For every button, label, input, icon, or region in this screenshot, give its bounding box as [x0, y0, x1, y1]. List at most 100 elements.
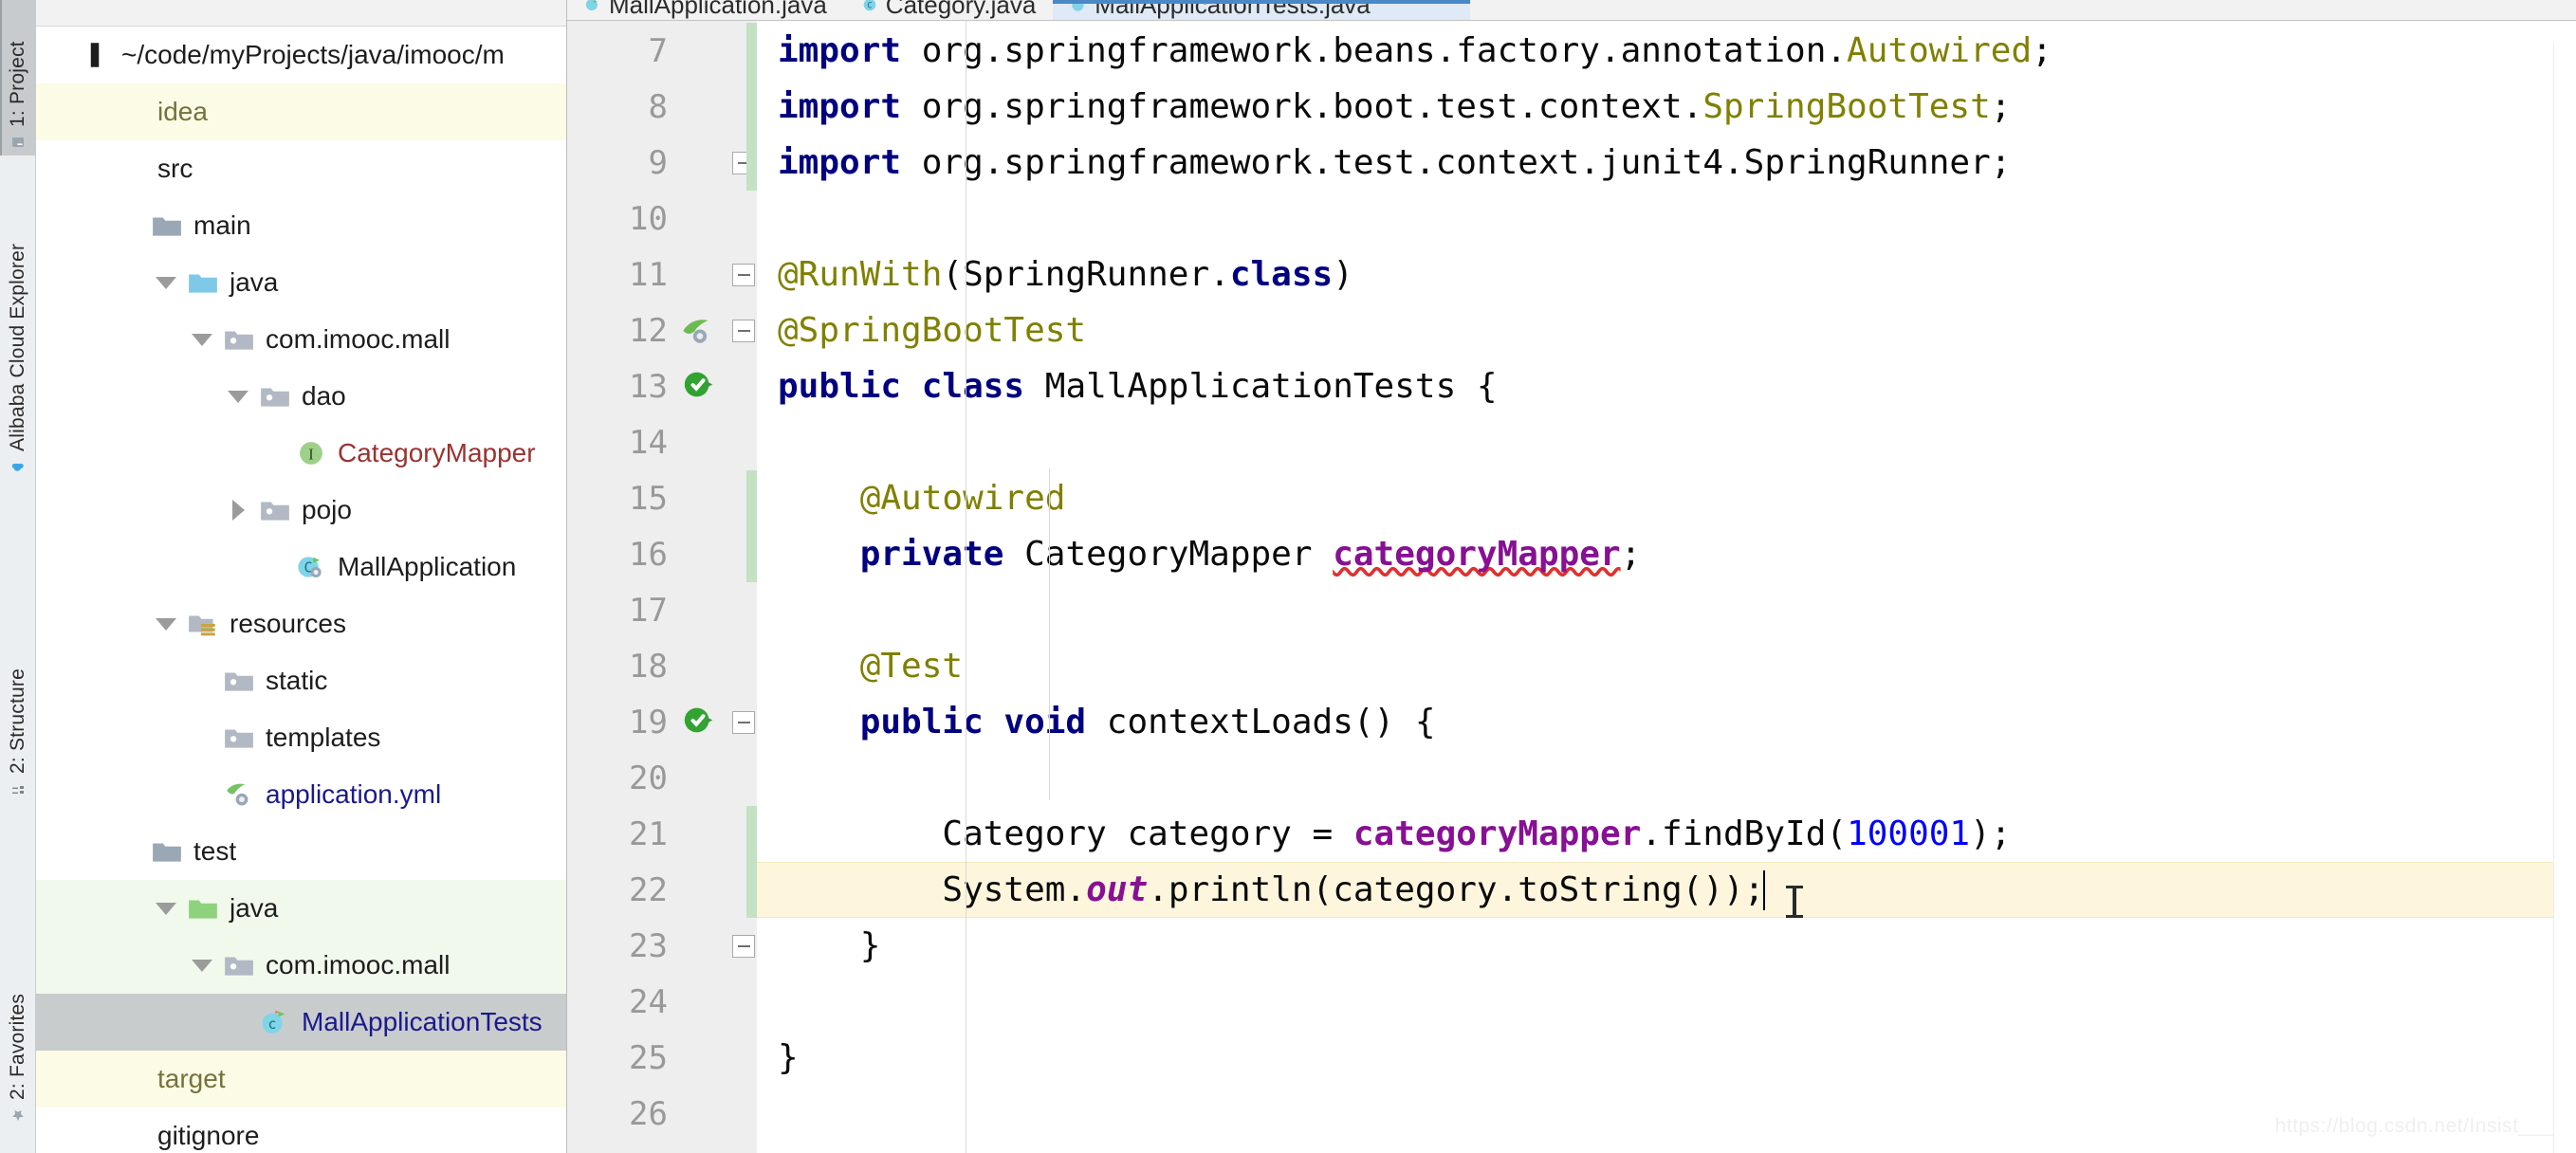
- editor-text-area[interactable]: } } System. out .println(category.toString…: [757, 21, 2576, 1153]
- vcs-change-marker[interactable]: [746, 23, 757, 79]
- gutter-line-7[interactable]: 7: [567, 23, 757, 79]
- code-line-18[interactable]: @Test: [757, 638, 2576, 694]
- chevron-down-icon[interactable]: [222, 390, 254, 403]
- code-line-15[interactable]: @Autowired: [757, 470, 2576, 526]
- code-line-25[interactable]: }: [757, 1030, 2576, 1086]
- tree-item-mallapplication[interactable]: C MallApplication: [36, 539, 566, 595]
- tree-item-resources[interactable]: resources: [36, 595, 566, 652]
- gutter-line-10[interactable]: 10: [567, 191, 757, 247]
- chevron-down-icon[interactable]: [186, 333, 218, 346]
- tree-item-gitignore[interactable]: gitignore: [36, 1107, 566, 1153]
- gutter-line-13[interactable]: 13: [567, 358, 757, 414]
- project-tree[interactable]: ~/code/myProjects/java/imooc/m idea src mai…: [36, 27, 566, 1153]
- gutter-line-18[interactable]: 18: [567, 638, 757, 694]
- code-line-22[interactable]: System. out .println(category.toString());: [757, 862, 2576, 918]
- gutter-line-23[interactable]: 23: [567, 918, 757, 974]
- tree-item-main[interactable]: main: [36, 197, 566, 254]
- vcs-change-marker[interactable]: [746, 470, 757, 526]
- code-line-16[interactable]: private CategoryMapper categoryMapper;: [757, 526, 2576, 582]
- stripe-button-alibaba-cloud-explorer[interactable]: Alibaba Cloud Explorer: [0, 167, 36, 480]
- tree-item-categorymapper[interactable]: I CategoryMapper: [36, 425, 566, 482]
- gutter-line-25[interactable]: 25: [567, 1030, 757, 1086]
- tree-item-test[interactable]: test: [36, 823, 566, 880]
- tree-item-code-myprojects-java-imooc-m[interactable]: ~/code/myProjects/java/imooc/m: [36, 27, 566, 83]
- tree-item-label: application.yml: [266, 779, 442, 809]
- code-line-10[interactable]: [757, 191, 2576, 247]
- code-line-20[interactable]: [757, 750, 2576, 806]
- code-fold-start-icon[interactable]: [732, 319, 755, 342]
- tree-item-src[interactable]: src: [36, 140, 566, 197]
- code-line-21[interactable]: Category category = categoryMapper .findB…: [757, 806, 2576, 862]
- code-line-23[interactable]: }: [757, 918, 2576, 974]
- tree-item-com-imooc-mall[interactable]: com.imooc.mall: [36, 937, 566, 994]
- editor-tab-mall-application-tests[interactable]: MallApplicationTests.java: [1053, 0, 1471, 20]
- project-tool-window[interactable]: ~/code/myProjects/java/imooc/m idea src mai…: [36, 0, 567, 1153]
- chevron-right-icon[interactable]: [222, 500, 254, 521]
- gutter-line-16[interactable]: 16: [567, 526, 757, 582]
- tree-item-java[interactable]: java: [36, 880, 566, 937]
- editor-tab-label: MallApplication.java: [609, 0, 827, 19]
- code-line-19[interactable]: public void contextLoads() {: [757, 694, 2576, 750]
- gutter-line-26[interactable]: 26: [567, 1086, 757, 1142]
- tree-item-java[interactable]: java: [36, 254, 566, 311]
- code-line-9[interactable]: import org.springframework.test.context.…: [757, 135, 2576, 191]
- gutter-line-11[interactable]: 11: [567, 247, 757, 302]
- gutter-line-22[interactable]: 22: [567, 862, 757, 918]
- gutter-line-9[interactable]: 9: [567, 135, 757, 191]
- code-line-17[interactable]: [757, 582, 2576, 638]
- code-line-14[interactable]: [757, 414, 2576, 470]
- stripe-button-alibaba-cloud-explorer-label: Alibaba Cloud Explorer: [7, 243, 28, 451]
- gutter-line-19[interactable]: 19: [567, 694, 757, 750]
- gutter-line-24[interactable]: 24: [567, 974, 757, 1030]
- error-stripe-scrollbar[interactable]: [2553, 42, 2576, 1153]
- tree-item-templates[interactable]: templates: [36, 709, 566, 766]
- stripe-button-structure[interactable]: 2: Structure: [0, 603, 36, 802]
- run-test-icon[interactable]: [681, 702, 717, 742]
- tree-item-pojo[interactable]: pojo: [36, 482, 566, 539]
- tree-item-com-imooc-mall[interactable]: com.imooc.mall: [36, 311, 566, 368]
- chevron-down-icon[interactable]: [186, 959, 218, 972]
- editor-tab-category[interactable]: C Category.java: [844, 0, 1054, 20]
- chevron-down-icon[interactable]: [150, 276, 182, 289]
- tree-item-dao[interactable]: dao: [36, 368, 566, 425]
- vcs-change-marker[interactable]: [746, 79, 757, 135]
- tree-item-mallapplicationtests[interactable]: c MallApplicationTests: [36, 994, 566, 1051]
- vcs-change-marker[interactable]: [746, 862, 757, 918]
- tree-item-label: ~/code/myProjects/java/imooc/m: [121, 40, 505, 69]
- stripe-button-project[interactable]: 1: Project: [0, 0, 36, 156]
- code-fold-end-icon[interactable]: [732, 934, 755, 958]
- stripe-button-favorites[interactable]: 2: Favorites: [0, 910, 36, 1128]
- gutter-line-12[interactable]: 12: [567, 302, 757, 358]
- code-line-24[interactable]: [757, 974, 2576, 1030]
- code-line-12[interactable]: @SpringBootTest: [757, 302, 2576, 358]
- code-line-11[interactable]: @RunWith (SpringRunner. class): [757, 247, 2576, 302]
- code-line-7[interactable]: import org.springframework.beans.factory…: [757, 23, 2576, 79]
- code-line-13[interactable]: public class MallApplicationTests {: [757, 358, 2576, 414]
- editor-tab-mall-application[interactable]: MallApplication.java: [567, 0, 844, 20]
- code-fold-start-icon[interactable]: [732, 710, 755, 734]
- gutter-icons: [672, 79, 757, 135]
- gutter-line-20[interactable]: 20: [567, 750, 757, 806]
- code-token: @SpringBootTest: [778, 311, 1087, 350]
- vcs-change-marker[interactable]: [746, 135, 757, 191]
- code-line-8[interactable]: import org.springframework.boot.test.con…: [757, 79, 2576, 135]
- chevron-down-icon[interactable]: [150, 902, 182, 915]
- chevron-down-icon[interactable]: [150, 617, 182, 631]
- editor-gutter[interactable]: 7 8 9 10 11 12 13 14 15 16 17 18 19 20 21 22 23 24 25 26: [567, 21, 757, 1153]
- tree-item-static[interactable]: static: [36, 652, 566, 709]
- gutter-line-21[interactable]: 21: [567, 806, 757, 862]
- editor-tab-bar[interactable]: MallApplication.java C Category.java Mal…: [567, 0, 2576, 21]
- vcs-change-marker[interactable]: [746, 806, 757, 862]
- gutter-line-8[interactable]: 8: [567, 79, 757, 135]
- gutter-line-14[interactable]: 14: [567, 414, 757, 470]
- vcs-change-marker[interactable]: [746, 526, 757, 582]
- run-test-icon[interactable]: [681, 366, 717, 407]
- code-line-26[interactable]: [757, 1086, 2576, 1142]
- tree-item-idea[interactable]: idea: [36, 83, 566, 140]
- tree-item-application-yml[interactable]: application.yml: [36, 766, 566, 823]
- gutter-line-17[interactable]: 17: [567, 582, 757, 638]
- gutter-line-15[interactable]: 15: [567, 470, 757, 526]
- code-fold-start-icon[interactable]: [732, 263, 755, 286]
- spring-leaf-icon[interactable]: [681, 310, 717, 351]
- tree-item-target[interactable]: target: [36, 1051, 566, 1107]
